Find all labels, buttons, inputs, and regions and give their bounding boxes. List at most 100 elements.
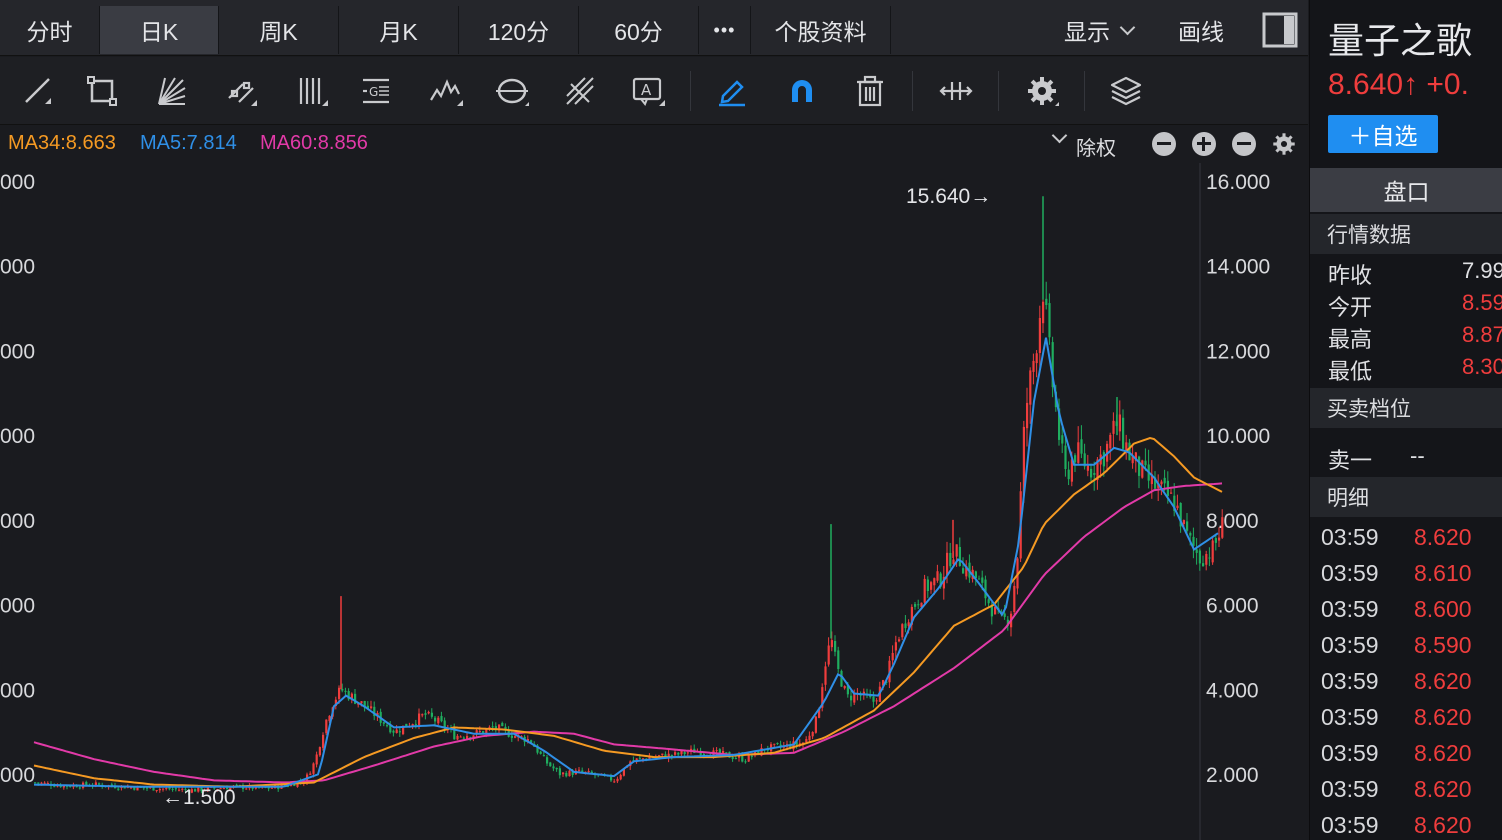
fan-tool-button[interactable] <box>152 71 192 111</box>
rectangle-tool-button[interactable] <box>82 71 122 111</box>
candle-body <box>568 770 571 777</box>
candle-body <box>1029 370 1032 405</box>
candle-body <box>670 754 673 756</box>
candle-body <box>344 690 347 692</box>
ma34-line <box>33 436 1223 788</box>
candle-body <box>430 712 433 717</box>
tab-weekly-k[interactable]: 周K <box>219 6 339 54</box>
stock-name: 量子之歌 <box>1328 20 1473 61</box>
candle-body <box>382 722 385 724</box>
drawing-toolbar: G A <box>0 57 1308 125</box>
candle-body <box>1170 492 1173 494</box>
line-tool-button[interactable] <box>18 71 58 111</box>
candle-body <box>1176 505 1179 509</box>
layers-icon <box>1110 76 1142 106</box>
channel-tool-icon <box>228 81 257 106</box>
pen-button[interactable] <box>712 71 752 111</box>
candle-body <box>558 768 561 776</box>
layers-button[interactable] <box>1106 71 1146 111</box>
more-periods-button[interactable]: ••• <box>699 6 751 54</box>
candle-body <box>930 582 933 590</box>
tab-intraday[interactable]: 分时 <box>0 6 100 54</box>
text-annotation-button[interactable]: A <box>628 71 668 111</box>
chevron-down-icon[interactable] <box>1051 127 1068 144</box>
ex-rights-selector[interactable]: 除权 <box>1076 132 1116 161</box>
candle-body <box>894 642 897 651</box>
pitchfork-button[interactable] <box>560 71 600 111</box>
draw-line-button[interactable]: 画线 <box>1178 6 1224 54</box>
candle-body <box>1141 460 1144 478</box>
candle-body <box>491 726 494 728</box>
settings-button[interactable] <box>1022 71 1062 111</box>
candle-body <box>744 761 747 763</box>
candle-body <box>926 579 929 592</box>
candle-body <box>434 717 437 722</box>
candle-body <box>686 752 689 754</box>
candle-body <box>917 604 920 606</box>
candle-body <box>1144 460 1147 466</box>
tab-order-book[interactable]: 盘口 <box>1310 168 1502 212</box>
kline-chart-canvas[interactable]: 16.000 000 14.000 000 12.000 000 10.000 000 8.00… <box>0 163 1308 840</box>
candle-body <box>1003 613 1006 617</box>
trade-time: 03:59 <box>1321 812 1379 838</box>
trade-detail-row: 03:59 8.620 <box>1321 524 1502 560</box>
candle-body <box>680 750 683 755</box>
zoom-in-icon[interactable] <box>1192 132 1216 156</box>
candle-body <box>418 713 421 726</box>
candle-body <box>613 781 616 783</box>
display-menu[interactable]: 显示 <box>1064 6 1136 54</box>
trade-time: 03:59 <box>1321 560 1379 586</box>
collapse-icon[interactable] <box>1232 132 1256 156</box>
zoom-out-icon[interactable] <box>1152 132 1176 156</box>
ask-one-row: 卖一 -- <box>1328 443 1502 475</box>
chart-settings-icon[interactable] <box>1271 131 1297 157</box>
candle-body <box>1080 439 1083 454</box>
quote-data-header: 行情数据 <box>1310 214 1502 254</box>
display-label: 显示 <box>1064 19 1110 45</box>
chevron-down-icon <box>1119 19 1136 35</box>
cycle-tool-button[interactable] <box>492 71 532 111</box>
candle-body <box>850 695 853 701</box>
kline-chart[interactable]: 16.000 000 14.000 000 12.000 000 10.000 000 8.00… <box>0 163 1308 840</box>
fibonacci-button[interactable]: G <box>356 71 396 111</box>
candle-body <box>437 717 440 724</box>
vertical-lines-icon <box>299 78 328 106</box>
candle-body <box>616 778 619 782</box>
candle-body <box>875 700 878 702</box>
vertical-lines-button[interactable] <box>292 71 332 111</box>
text-annotation-icon: A <box>632 77 665 106</box>
trade-detail-row: 03:59 8.620 <box>1321 740 1502 776</box>
y-tick-label: 2.000 <box>1206 764 1259 787</box>
ma60-value: MA60:8.856 <box>260 132 368 154</box>
tab-stock-profile[interactable]: 个股资料 <box>751 6 891 54</box>
panel-toggle-button[interactable] <box>1262 6 1298 54</box>
candle-body <box>34 782 37 784</box>
candle-body <box>158 788 161 791</box>
tab-monthly-k[interactable]: 月K <box>339 6 459 54</box>
candle-body <box>933 578 936 586</box>
candle-body <box>1090 468 1093 478</box>
candle-body <box>440 715 443 722</box>
wave-tool-button[interactable] <box>426 71 466 111</box>
tab-60min[interactable]: 60分 <box>579 6 699 54</box>
tab-120min[interactable]: 120分 <box>459 6 579 54</box>
trade-price: 8.620 <box>1414 668 1472 694</box>
tab-daily-k[interactable]: 日K <box>100 6 219 54</box>
candle-body <box>1061 435 1064 444</box>
candle-body <box>990 606 993 617</box>
candlestick-series <box>34 196 1224 795</box>
candle-body <box>360 701 363 704</box>
trade-time: 03:59 <box>1321 704 1379 730</box>
trade-price: 8.610 <box>1414 560 1472 586</box>
left-tick-label: 000 <box>0 171 35 194</box>
candle-body <box>1112 420 1115 434</box>
channel-tool-button[interactable] <box>222 71 262 111</box>
magnet-button[interactable] <box>782 71 822 111</box>
drag-handle-button[interactable] <box>936 71 976 111</box>
panel-toggle-icon <box>1262 12 1298 48</box>
trash-button[interactable] <box>850 71 890 111</box>
draw-line-label: 画线 <box>1178 19 1224 45</box>
candle-body <box>245 788 248 790</box>
add-watchlist-button[interactable]: ＋自选 <box>1328 115 1438 153</box>
candle-body <box>725 752 728 754</box>
